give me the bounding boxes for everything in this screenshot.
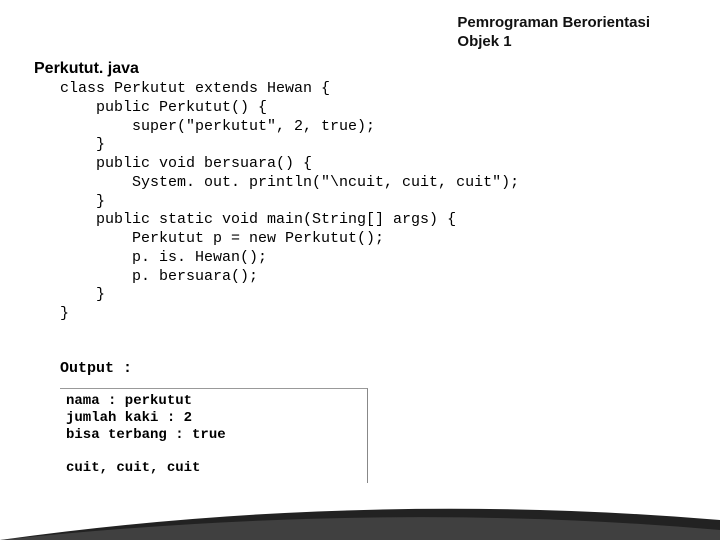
slide-header: Pemrograman Berorientasi Objek 1 (457, 14, 650, 52)
header-line-1: Pemrograman Berorientasi (457, 14, 650, 33)
output-label: Output : (60, 360, 132, 377)
file-title: Perkutut. java (34, 60, 139, 78)
output-box: nama : perkutut jumlah kaki : 2 bisa ter… (60, 388, 368, 483)
code-block: class Perkutut extends Hewan { public Pe… (60, 80, 519, 324)
header-line-2: Objek 1 (457, 33, 650, 52)
